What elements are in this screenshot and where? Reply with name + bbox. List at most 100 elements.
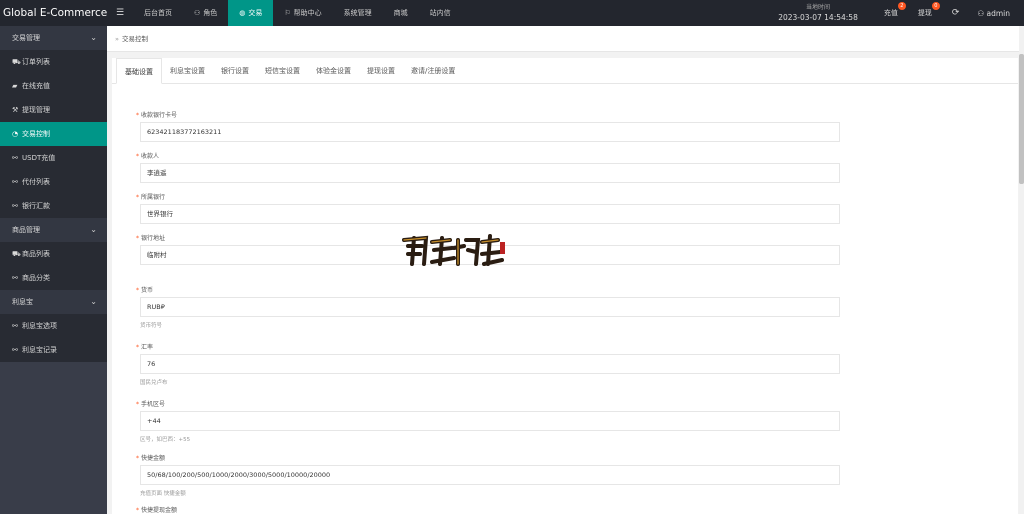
top-right: 当地时间 2023-03-07 14:54:58 充值 2 提现 0 ⟳ ⚇ a… xyxy=(778,0,1024,26)
scrollbar-thumb[interactable] xyxy=(1019,54,1024,184)
logo-strokes xyxy=(402,234,505,266)
sidebar-item-label: 在线充值 xyxy=(22,82,50,90)
phone-code-hint: 区号，如巴西：+55 xyxy=(140,437,191,443)
sidebar-item-label: 银行汇款 xyxy=(22,202,50,210)
sidebar-item-interest-records[interactable]: ⚯ 利息宝记录 xyxy=(0,338,107,362)
tab-basic[interactable]: 基础设置 xyxy=(116,58,162,84)
field-currency: * 货币 RUB₽ 货币符号 xyxy=(136,286,840,329)
top-nav: 后台首页 ⚇ 角色 ◍ 交易 ⚐ 帮助中心 系统管理 商城 站内信 xyxy=(133,0,462,26)
link-icon: ⚯ xyxy=(12,202,18,210)
settings-card: 基础设置 利息宝设置 银行设置 短信宝设置 体验金设置 提现设置 邀请/注册设置… xyxy=(112,58,1018,514)
chat-icon: ▰ xyxy=(12,82,18,90)
field-label-text: 银行地址 xyxy=(141,235,166,242)
field-label: * 汇率 xyxy=(136,343,840,352)
refresh-icon[interactable]: ⟳ xyxy=(942,8,970,18)
user-menu[interactable]: ⚇ admin xyxy=(969,9,1024,18)
settings-tabs: 基础设置 利息宝设置 银行设置 短信宝设置 体验金设置 提现设置 邀请/注册设置 xyxy=(112,58,1018,84)
gauge-icon: ◔ xyxy=(12,130,19,138)
tab-trial[interactable]: 体验金设置 xyxy=(308,58,359,84)
nav-item-trade[interactable]: ◍ 交易 xyxy=(228,0,274,26)
nav-label: 商城 xyxy=(393,9,408,17)
withdraw-label: 提现 xyxy=(917,9,932,17)
quick-amounts-hint: 充值页面 快捷金额 xyxy=(140,491,186,497)
bank-name-input[interactable]: 世界银行 xyxy=(140,204,840,224)
breadcrumb-current: 交易控制 xyxy=(121,35,148,43)
sidebar-item-payout[interactable]: ⚯ 代付列表 xyxy=(0,170,107,194)
user-name: admin xyxy=(986,8,1011,18)
sidebar-item-label: 交易控制 xyxy=(22,130,50,138)
nav-item-system[interactable]: 系统管理 xyxy=(333,0,383,26)
quick-amounts-input[interactable]: 50/68/100/200/500/1000/2000/3000/5000/10… xyxy=(140,465,840,485)
cart-icon: ⛟ xyxy=(12,250,21,258)
tab-invite[interactable]: 邀请/注册设置 xyxy=(403,58,463,84)
withdraw-button[interactable]: 提现 0 xyxy=(908,0,942,26)
nav-item-mall[interactable]: 商城 xyxy=(383,0,419,26)
local-clock: 当地时间 2023-03-07 14:54:58 xyxy=(778,3,874,23)
nav-item-role[interactable]: ⚇ 角色 xyxy=(183,0,228,26)
required-mark: * xyxy=(136,507,139,514)
field-label-text: 收款人 xyxy=(141,153,160,160)
nav-label: 系统管理 xyxy=(343,9,372,17)
recharge-badge: 2 xyxy=(897,2,906,10)
bank-card-input[interactable]: 6234211837721632​11 xyxy=(140,122,840,142)
field-quick-amounts: * 快捷金额 50/68/100/200/500/1000/2000/3000/5… xyxy=(136,454,840,497)
page-scrollbar[interactable] xyxy=(1019,26,1024,514)
sidebar-item-online-recharge[interactable]: ▰ 在线充值 xyxy=(0,74,107,98)
sidebar-item-label: 提现管理 xyxy=(22,106,50,114)
tab-bank[interactable]: 银行设置 xyxy=(213,58,257,84)
watermark-logo xyxy=(402,234,505,266)
sidebar-item-goods-category[interactable]: ⚯ 商品分类 xyxy=(0,266,107,290)
required-mark: * xyxy=(136,455,139,462)
field-label: * 快捷金额 xyxy=(136,454,840,463)
tab-sms[interactable]: 短信宝设置 xyxy=(257,58,308,84)
sidebar-item-goods-list[interactable]: ⛟商品列表 xyxy=(0,242,107,266)
breadcrumb-separator-icon: » xyxy=(115,35,119,43)
chevron-down-icon: ⌄ xyxy=(90,297,97,306)
sidebar-item-orders[interactable]: ⛟订单列表 xyxy=(0,50,107,74)
link-icon: ⚯ xyxy=(12,274,18,282)
sidebar-group-trade[interactable]: 交易管理 ⌄ xyxy=(0,26,107,50)
currency-input[interactable]: RUB₽ xyxy=(140,297,840,317)
field-label-text: 快捷金额 xyxy=(141,455,166,462)
recharge-button[interactable]: 充值 2 xyxy=(874,0,908,26)
logo-seal xyxy=(500,242,505,254)
field-label: * 手机区号 xyxy=(136,400,840,409)
group-label: 交易管理 xyxy=(12,34,40,42)
sidebar-item-interest-options[interactable]: ⚯ 利息宝选项 xyxy=(0,314,107,338)
field-label-text: 快捷提现金额 xyxy=(141,507,178,514)
field-label: * 货币 xyxy=(136,286,840,295)
sidebar: 交易管理 ⌄ ⛟订单列表 ▰ 在线充值 ⚒ 提现管理 ◔ 交易控制 ⚯ USDT充值 ⚯ 代… xyxy=(0,26,107,514)
globe-icon: ◍ xyxy=(239,9,246,17)
sidebar-group-interest[interactable]: 利息宝 ⌄ xyxy=(0,290,107,314)
nav-item-help[interactable]: ⚐ 帮助中心 xyxy=(273,0,332,26)
sidebar-item-bank-transfer[interactable]: ⚯ 银行汇款 xyxy=(0,194,107,218)
tab-withdraw[interactable]: 提现设置 xyxy=(359,58,403,84)
field-label-text: 货币 xyxy=(141,287,154,294)
phone-code-input[interactable]: +44 xyxy=(140,411,840,431)
flag-icon: ⚐ xyxy=(284,9,291,17)
sidebar-item-trade-control[interactable]: ◔ 交易控制 xyxy=(0,122,107,146)
menu-toggle-icon[interactable]: ☰ xyxy=(107,8,133,18)
payee-input[interactable]: 李逍遥 xyxy=(140,163,840,183)
sidebar-item-label: 商品列表 xyxy=(22,250,50,258)
field-label: * 收款人 xyxy=(136,152,840,161)
exchange-rate-input[interactable]: 76 xyxy=(140,354,840,374)
nav-item-home[interactable]: 后台首页 xyxy=(133,0,183,26)
chevron-down-icon: ⌄ xyxy=(90,225,97,234)
sidebar-item-label: 利息宝选项 xyxy=(22,322,57,330)
nav-label: 交易 xyxy=(248,9,263,17)
sidebar-group-goods[interactable]: 商品管理 ⌄ xyxy=(0,218,107,242)
link-icon: ⚯ xyxy=(12,346,18,354)
sidebar-item-label: 利息宝记录 xyxy=(22,346,57,354)
link-icon: ⚯ xyxy=(12,154,18,162)
required-mark: * xyxy=(136,235,139,242)
group-label: 商品管理 xyxy=(12,226,40,234)
breadcrumb: » 交易控制 xyxy=(107,26,1024,52)
clock-label: 当地时间 xyxy=(806,4,831,11)
sidebar-item-usdt[interactable]: ⚯ USDT充值 xyxy=(0,146,107,170)
tab-interest[interactable]: 利息宝设置 xyxy=(162,58,213,84)
nav-label: 后台首页 xyxy=(144,9,172,17)
nav-item-messages[interactable]: 站内信 xyxy=(419,0,462,26)
field-label-text: 手机区号 xyxy=(141,401,166,408)
sidebar-item-withdraw[interactable]: ⚒ 提现管理 xyxy=(0,98,107,122)
